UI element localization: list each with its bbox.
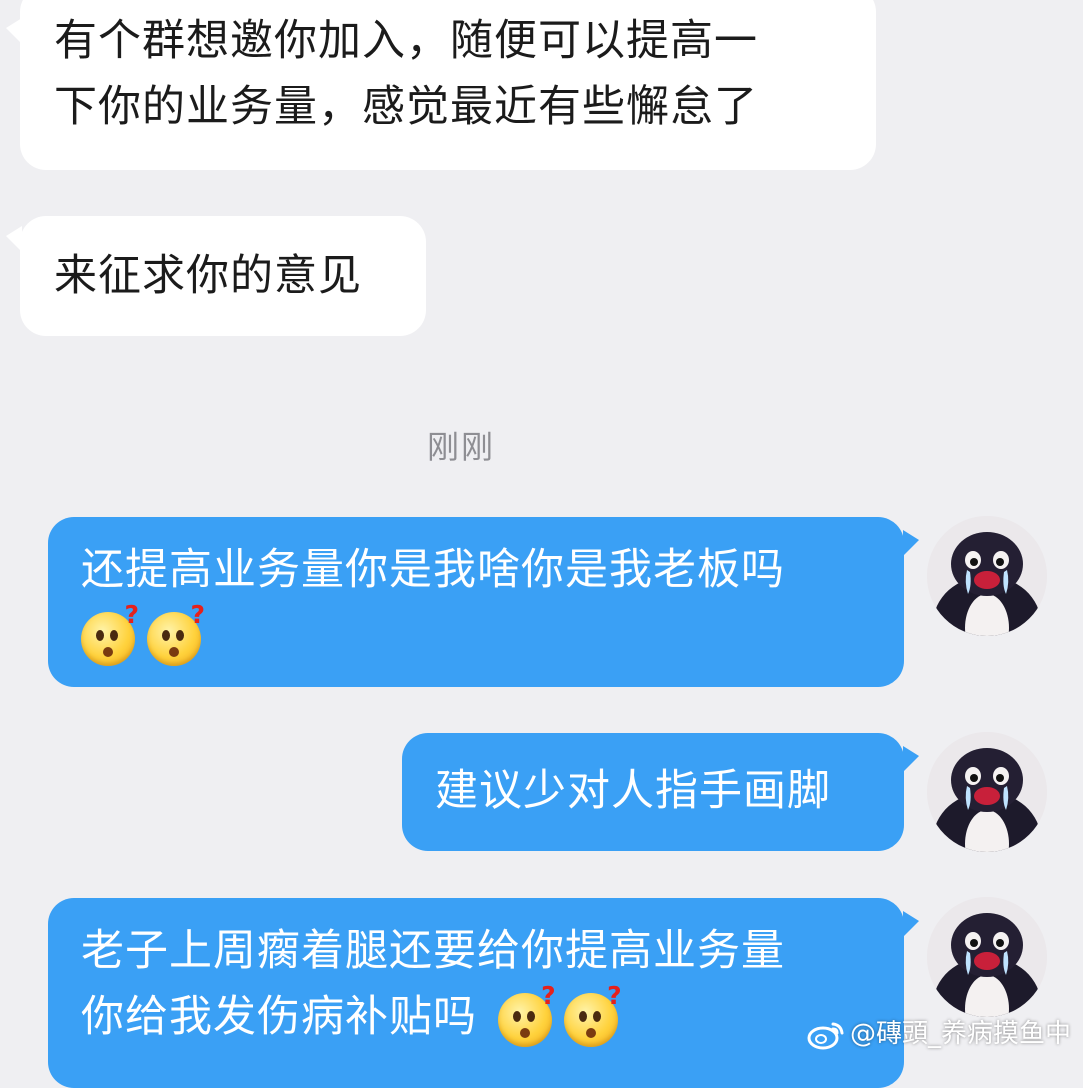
message-text-line: 老子上周瘸着腿还要给你提高业务量 [81,926,785,976]
penguin-avatar-icon [927,897,1047,1017]
message-text-line: 建议少对人指手画脚 [435,766,831,816]
user-avatar[interactable] [927,897,1047,1017]
watermark-text: @磚頭_养病摸鱼中 [849,1019,1071,1049]
confused-face-emoji: ? [81,602,139,666]
outgoing-message-bubble[interactable]: 还提高业务量你是我啥你是我老板吗 ?? [48,517,904,687]
weibo-watermark: @磚頭_养病摸鱼中 [806,1018,1071,1050]
penguin-avatar-icon [927,732,1047,852]
confused-face-emoji: ? [147,602,205,666]
outgoing-message-bubble[interactable]: 建议少对人指手画脚 [402,733,904,851]
user-avatar[interactable] [927,732,1047,852]
message-text-line: 下你的业务量，感觉最近有些懈怠了 [54,82,758,132]
confused-face-emoji: ? [563,983,622,1047]
message-text-line: 有个群想邀你加入，随便可以提高一 [54,16,758,66]
message-text-line: 来征求你的意见 [54,251,362,301]
penguin-avatar-icon [927,516,1047,636]
outgoing-bubble-tail [903,530,919,556]
outgoing-bubble-tail [903,746,919,772]
message-text-fragment: 你给我发伤病补贴吗 [81,992,477,1042]
message-timestamp: 刚刚 [426,428,495,466]
message-text-line: 你给我发伤病补贴吗 ?? [81,983,904,1050]
outgoing-message-bubble[interactable]: 老子上周瘸着腿还要给你提高业务量 你给我发伤病补贴吗 ?? [48,898,904,1088]
weibo-logo-icon [807,1022,844,1050]
emoji-row: ?? [81,602,904,669]
message-text-line: 还提高业务量你是我啥你是我老板吗 [81,545,785,595]
confused-face-emoji: ? [497,983,556,1047]
incoming-message-bubble[interactable]: 有个群想邀你加入，随便可以提高一 下你的业务量，感觉最近有些懈怠了 [20,0,876,170]
outgoing-bubble-tail [903,911,919,937]
incoming-message-bubble[interactable]: 来征求你的意见 [20,216,426,336]
user-avatar[interactable] [927,516,1047,636]
